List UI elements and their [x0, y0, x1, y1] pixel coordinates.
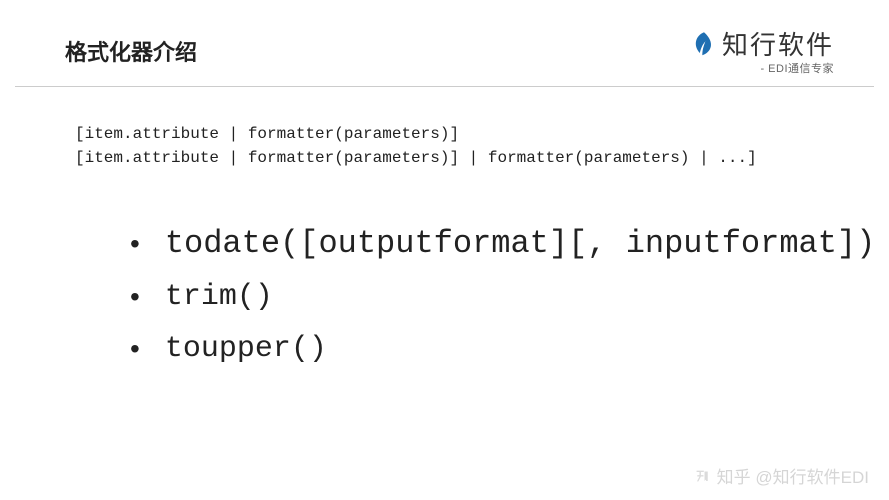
watermark-handle: @知行软件EDI [755, 463, 869, 488]
company-logo-block: 知行软件 - EDI通信专家 [690, 25, 834, 76]
list-item: • trim() [130, 280, 889, 314]
bullet-icon: • [130, 283, 140, 311]
watermark-brand: 知乎 [717, 463, 751, 488]
logo-row: 知行软件 [690, 25, 834, 62]
bullet-icon: • [130, 335, 140, 363]
formatter-trim: trim() [165, 280, 273, 314]
formatter-list: • todate([outputformat][, inputformat]) … [0, 170, 889, 366]
leaf-icon [690, 30, 718, 58]
slide-title: 格式化器介绍 [65, 25, 197, 67]
list-item: • toupper() [130, 332, 889, 366]
list-item: • todate([outputformat][, inputformat]) [130, 225, 889, 262]
logo-text: 知行软件 [722, 25, 834, 62]
code-line-2: [item.attribute | formatter(parameters)]… [75, 146, 889, 170]
slide-header: 格式化器介绍 知行软件 - EDI通信专家 [15, 0, 874, 87]
formatter-todate: todate([outputformat][, inputformat]) [165, 225, 876, 262]
code-line-1: [item.attribute | formatter(parameters)] [75, 122, 889, 146]
zhihu-watermark: 知乎 @知行软件EDI [693, 463, 869, 488]
logo-subtitle: - EDI通信专家 [690, 60, 834, 76]
bullet-icon: • [130, 230, 140, 258]
zhihu-icon [693, 467, 711, 485]
formatter-toupper: toupper() [165, 332, 327, 366]
code-syntax-block: [item.attribute | formatter(parameters)]… [0, 87, 889, 170]
